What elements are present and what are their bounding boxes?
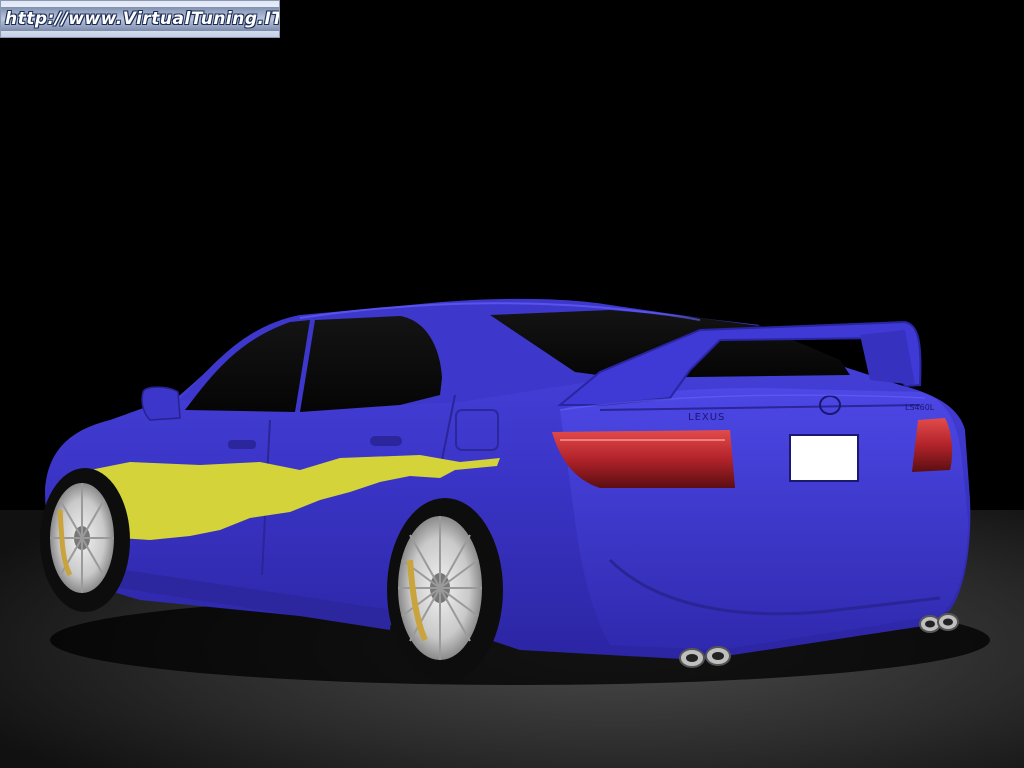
license-plate xyxy=(789,434,859,482)
side-mirror xyxy=(141,386,181,421)
rear-badge: LEXUS xyxy=(688,412,725,423)
model-badge: LS460L xyxy=(905,403,935,412)
rear-wheel xyxy=(387,498,503,682)
car-scene: LEXUS LS460L xyxy=(0,0,1024,768)
front-side-window xyxy=(300,316,442,412)
front-wheel xyxy=(40,468,130,612)
car-rear-panel xyxy=(560,388,968,650)
photo-canvas: LEXUS LS460L http://www.VirtualTuning.IT xyxy=(0,0,1024,768)
banner-url-text: http://www.VirtualTuning.IT xyxy=(5,9,280,29)
rear-door-handle xyxy=(228,440,256,449)
front-door-handle xyxy=(370,436,402,446)
tail-light-right xyxy=(912,418,953,472)
site-banner: http://www.VirtualTuning.IT xyxy=(0,0,280,38)
